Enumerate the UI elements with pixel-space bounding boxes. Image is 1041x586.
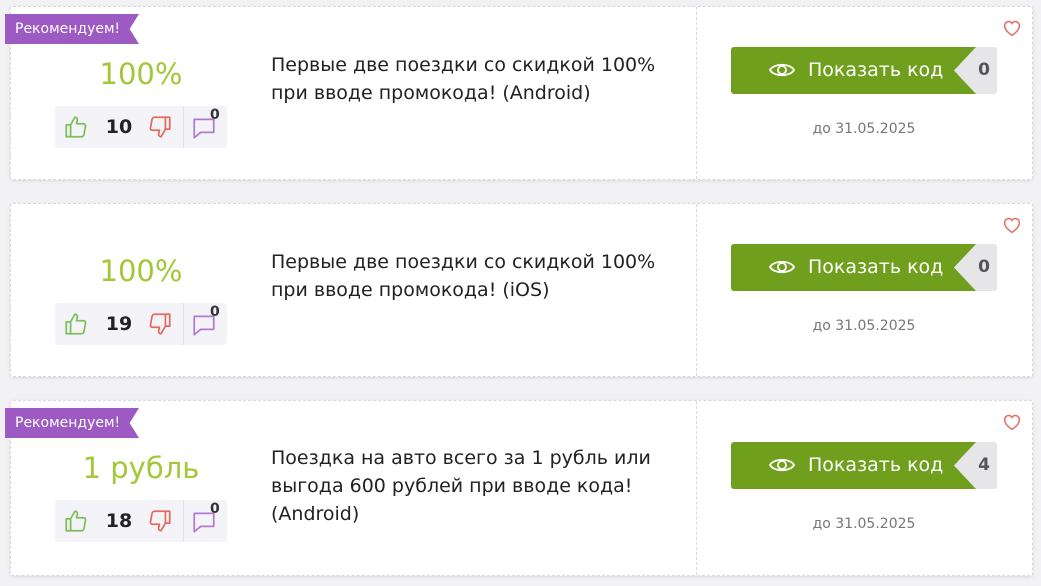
show-code-button[interactable]: Показать код 4: [731, 442, 997, 489]
heart-icon[interactable]: [1002, 19, 1022, 37]
discount-value: 100%: [99, 254, 183, 288]
thumb-up-icon[interactable]: [63, 114, 89, 140]
vote-separator: [183, 106, 184, 148]
thumb-up-icon[interactable]: [63, 508, 89, 534]
offer-card: Рекомендуем! 1 рубль 18 0 Поездка на авт…: [5, 400, 1033, 576]
heart-icon[interactable]: [1002, 413, 1022, 431]
vote-panel: 10 0: [55, 106, 227, 148]
like-count: 19: [105, 313, 133, 335]
card-divider: [696, 7, 697, 179]
eye-icon: [768, 458, 796, 472]
comment-count: 0: [210, 107, 220, 123]
expiry-date: до 31.05.2025: [812, 121, 916, 137]
comment-count: 0: [210, 501, 220, 517]
vote-separator: [183, 500, 184, 542]
eye-icon: [768, 63, 796, 77]
vote-panel: 18 0: [55, 500, 227, 542]
offer-description: Поездка на авто всего за 1 рубль или выг…: [271, 447, 651, 525]
recommended-badge: Рекомендуем!: [5, 408, 139, 438]
comment-count: 0: [210, 304, 220, 320]
vote-panel: 19 0: [55, 303, 227, 345]
offer-card: 100% 19 0 Первые две поездки со скидкой …: [10, 203, 1033, 377]
like-count: 18: [105, 510, 133, 532]
heart-icon[interactable]: [1002, 216, 1022, 234]
thumb-up-icon[interactable]: [63, 311, 89, 337]
vote-separator: [183, 303, 184, 345]
card-divider: [696, 204, 697, 376]
code-peek: 4: [978, 455, 990, 475]
thumb-down-icon[interactable]: [147, 311, 173, 337]
show-code-label: Показать код: [808, 454, 944, 476]
show-code-button[interactable]: Показать код 0: [731, 47, 997, 94]
show-code-label: Показать код: [808, 59, 944, 81]
expiry-date: до 31.05.2025: [812, 516, 916, 532]
expiry-date: до 31.05.2025: [812, 318, 916, 334]
code-peek: 0: [978, 257, 990, 277]
thumb-down-icon[interactable]: [147, 508, 173, 534]
thumb-down-icon[interactable]: [147, 114, 173, 140]
discount-value: 1 рубль: [82, 451, 200, 485]
offer-card: Рекомендуем! 100% 10 0 Первые две поездк…: [5, 6, 1033, 180]
code-peek: 0: [978, 60, 990, 80]
like-count: 10: [105, 116, 133, 138]
recommended-badge: Рекомендуем!: [5, 14, 139, 44]
show-code-label: Показать код: [808, 256, 944, 278]
discount-value: 100%: [99, 57, 183, 91]
offer-description: Первые две поездки со скидкой 100% при в…: [271, 54, 656, 104]
card-divider: [696, 401, 697, 575]
eye-icon: [768, 260, 796, 274]
show-code-button[interactable]: Показать код 0: [731, 244, 997, 291]
offer-description: Первые две поездки со скидкой 100% при в…: [271, 251, 656, 301]
